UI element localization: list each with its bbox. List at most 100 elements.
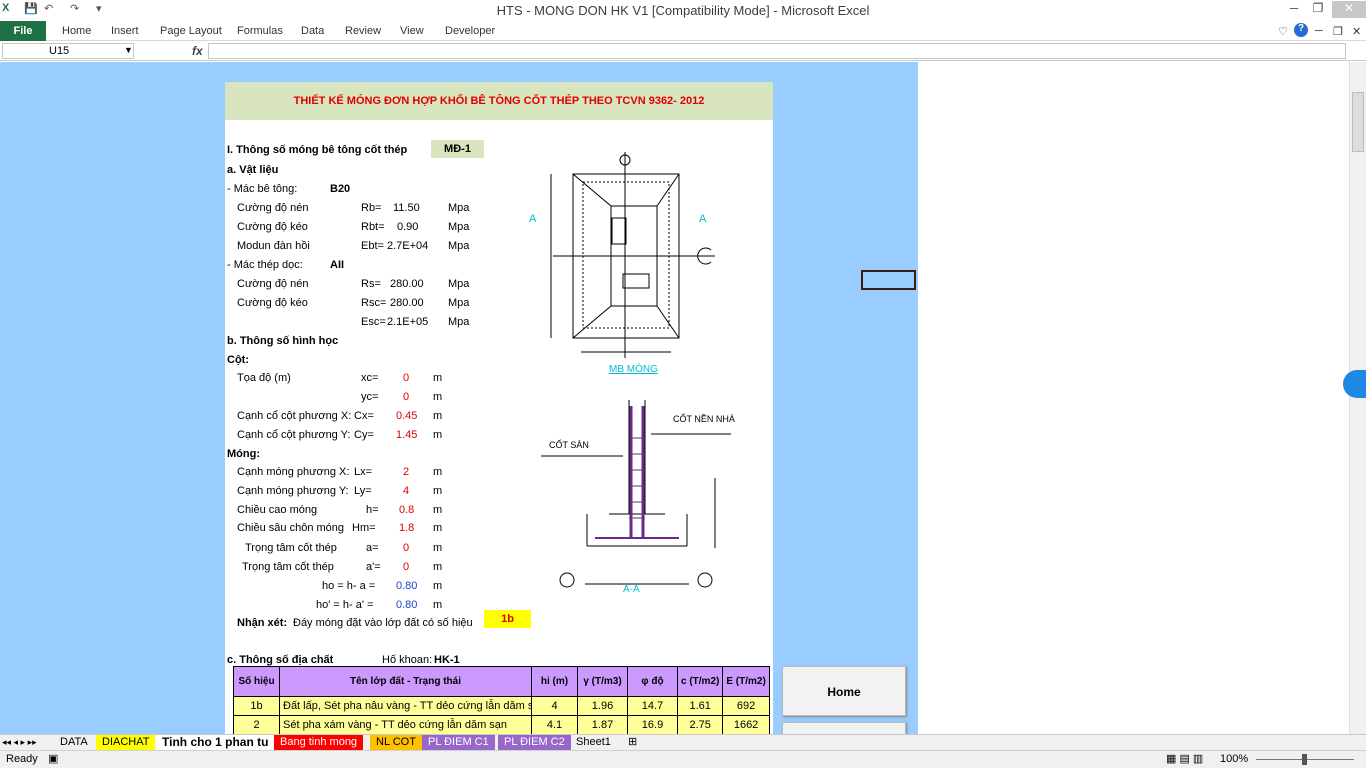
minimize-ribbon-icon[interactable]: ♡ xyxy=(1278,25,1288,38)
zoom-level[interactable]: 100% xyxy=(1220,753,1248,765)
close-icon[interactable]: ✕ xyxy=(1332,1,1366,18)
foundation-code[interactable]: MĐ-1 xyxy=(431,140,484,158)
found-value[interactable]: 0 xyxy=(403,542,409,554)
mat-value[interactable]: 280.00 xyxy=(390,278,424,290)
col-unit: m xyxy=(433,391,443,403)
col-header: c (T/m2) xyxy=(676,666,724,697)
tab-formulas[interactable]: Formulas xyxy=(237,25,283,37)
remark-label: Nhận xét: xyxy=(237,617,288,629)
worksheet-grid[interactable]: THIẾT KẾ MÓNG ĐƠN HỢP KHỐI BÊ TÔNG CỐT T… xyxy=(0,62,1349,734)
tab-data[interactable]: Data xyxy=(301,25,324,37)
vertical-scrollbar[interactable] xyxy=(1349,62,1366,734)
mat-sym: Esc= xyxy=(361,316,386,328)
section-materials: a. Vật liệu xyxy=(227,164,279,176)
cell[interactable]: 2.75 xyxy=(676,715,724,734)
cell[interactable]: 4.1 xyxy=(531,715,578,734)
wb-restore-icon[interactable]: ❐ xyxy=(1333,25,1343,38)
dropbox-icon[interactable] xyxy=(1343,370,1366,398)
second-button[interactable] xyxy=(782,722,906,734)
concrete-grade-label: - Mác bê tông: xyxy=(227,183,298,195)
cell[interactable]: 1.61 xyxy=(676,696,724,716)
sheet-tab-data[interactable]: DATA xyxy=(54,735,94,751)
col-header: γ (T/m3) xyxy=(577,666,628,697)
tab-review[interactable]: Review xyxy=(345,25,381,37)
insert-sheet-icon[interactable]: ⊞ xyxy=(622,735,643,751)
section-geology: c. Thông số địa chất xyxy=(227,654,334,666)
name-box-dropdown-icon[interactable]: ▼ xyxy=(124,45,133,55)
mat-value[interactable]: 11.50 xyxy=(393,202,420,214)
sheet-tab-sheet1[interactable]: Sheet1 xyxy=(570,735,617,751)
col-value[interactable]: 0 xyxy=(403,391,409,403)
cell[interactable]: Sét pha xám vàng - TT dẻo cứng lẫn dăm s… xyxy=(279,715,532,734)
cell[interactable]: 1.96 xyxy=(577,696,628,716)
cell[interactable]: 2 xyxy=(233,715,280,734)
found-label: Chiều cao móng xyxy=(237,504,318,516)
found-unit: m xyxy=(433,504,443,516)
cell[interactable]: 14.7 xyxy=(627,696,678,716)
found-sym: ho = h- a = xyxy=(322,580,376,592)
sheet-tab-pl-diem-c1[interactable]: PL ĐIEM C1 xyxy=(422,735,495,751)
cell[interactable]: 692 xyxy=(722,696,770,716)
sheet-tab-diachat[interactable]: DIACHAT xyxy=(96,735,156,751)
mat-value[interactable]: 2.7E+04 xyxy=(387,240,428,252)
minimize-icon[interactable]: ─ xyxy=(1282,1,1306,18)
remark-value[interactable]: 1b xyxy=(484,610,531,628)
slab-level-label: CỐT SÀN xyxy=(549,439,589,450)
sheet-tab-tinh-cho-1-phan-tu[interactable]: Tinh cho 1 phan tu xyxy=(156,735,275,751)
name-box[interactable]: U15 xyxy=(2,43,134,59)
cell[interactable]: 1662 xyxy=(722,715,770,734)
mat-value[interactable]: 2.1E+05 xyxy=(387,316,428,328)
found-label: Cạnh móng phương Y: xyxy=(237,485,349,497)
scroll-thumb[interactable] xyxy=(1352,92,1364,152)
found-value[interactable]: 0.8 xyxy=(399,504,414,516)
found-value[interactable]: 1.8 xyxy=(399,522,414,534)
col-value[interactable]: 0.45 xyxy=(396,410,417,422)
selected-cell[interactable] xyxy=(861,270,916,290)
help-icon[interactable]: ? xyxy=(1294,23,1308,37)
cut-label-right: A xyxy=(699,213,707,225)
insert-function-icon[interactable]: fx xyxy=(192,44,203,58)
cell[interactable]: 1b xyxy=(233,696,280,716)
formula-input[interactable] xyxy=(208,43,1346,59)
col-value[interactable]: 0 xyxy=(403,372,409,384)
zoom-thumb[interactable] xyxy=(1302,754,1307,765)
tab-home[interactable]: Home xyxy=(62,25,91,37)
cell[interactable]: 1.87 xyxy=(577,715,628,734)
tab-developer[interactable]: Developer xyxy=(445,25,495,37)
found-value[interactable]: 4 xyxy=(403,485,409,497)
mat-value[interactable]: 0.90 xyxy=(397,221,418,233)
file-tab[interactable]: File xyxy=(0,21,46,41)
tab-view[interactable]: View xyxy=(400,25,424,37)
restore-icon[interactable]: ❐ xyxy=(1306,1,1330,18)
steel-grade-value[interactable]: AII xyxy=(330,259,344,271)
mat-label: Cường độ nén xyxy=(237,202,309,214)
status-bar: Ready ▣ ▦ ▤ ▥ 100% xyxy=(0,750,1366,768)
cell[interactable]: Đất lấp, Sét pha nâu vàng - TT dẻo cứng … xyxy=(279,696,532,716)
wb-minimize-icon[interactable]: ─ xyxy=(1315,25,1323,37)
cell[interactable]: 4 xyxy=(531,696,578,716)
found-value[interactable]: 2 xyxy=(403,466,409,478)
title-bar: X 💾 ↶ ↷ ▾ HTS - MONG DON HK V1 [Compatib… xyxy=(0,0,1366,21)
found-label: Cạnh móng phương X: xyxy=(237,466,350,478)
sheet-tab-bang-tinh-mong[interactable]: Bang tinh mong xyxy=(274,735,364,751)
mat-value[interactable]: 280.00 xyxy=(390,297,424,309)
sheet-tab-pl-diem-c2[interactable]: PL ĐIEM C2 xyxy=(498,735,571,751)
col-value[interactable]: 1.45 xyxy=(396,429,417,441)
col-unit: m xyxy=(433,429,443,441)
home-button[interactable]: Home xyxy=(782,666,906,716)
view-buttons-icon[interactable]: ▦ ▤ ▥ xyxy=(1166,752,1203,765)
table-row: 2 Sét pha xám vàng - TT dẻo cứng lẫn dăm… xyxy=(233,715,770,734)
borehole-value[interactable]: HK-1 xyxy=(434,654,460,666)
concrete-grade-value[interactable]: B20 xyxy=(330,183,350,195)
tab-page-layout[interactable]: Page Layout xyxy=(160,25,222,37)
tab-insert[interactable]: Insert xyxy=(111,25,139,37)
cell[interactable]: 16.9 xyxy=(627,715,678,734)
found-value[interactable]: 0 xyxy=(403,561,409,573)
macro-record-icon[interactable]: ▣ xyxy=(48,752,58,765)
wb-close-icon[interactable]: ✕ xyxy=(1352,25,1361,38)
plan-title: MB MÓNG xyxy=(609,362,658,375)
sheet-tab-nl-cot[interactable]: NL COT xyxy=(370,735,422,751)
section-title: A-A xyxy=(623,584,640,595)
tab-nav-icon[interactable]: ◂◂ ◂ ▸ ▸▸ xyxy=(0,735,39,751)
steel-grade-label: - Mác thép dọc: xyxy=(227,259,303,271)
